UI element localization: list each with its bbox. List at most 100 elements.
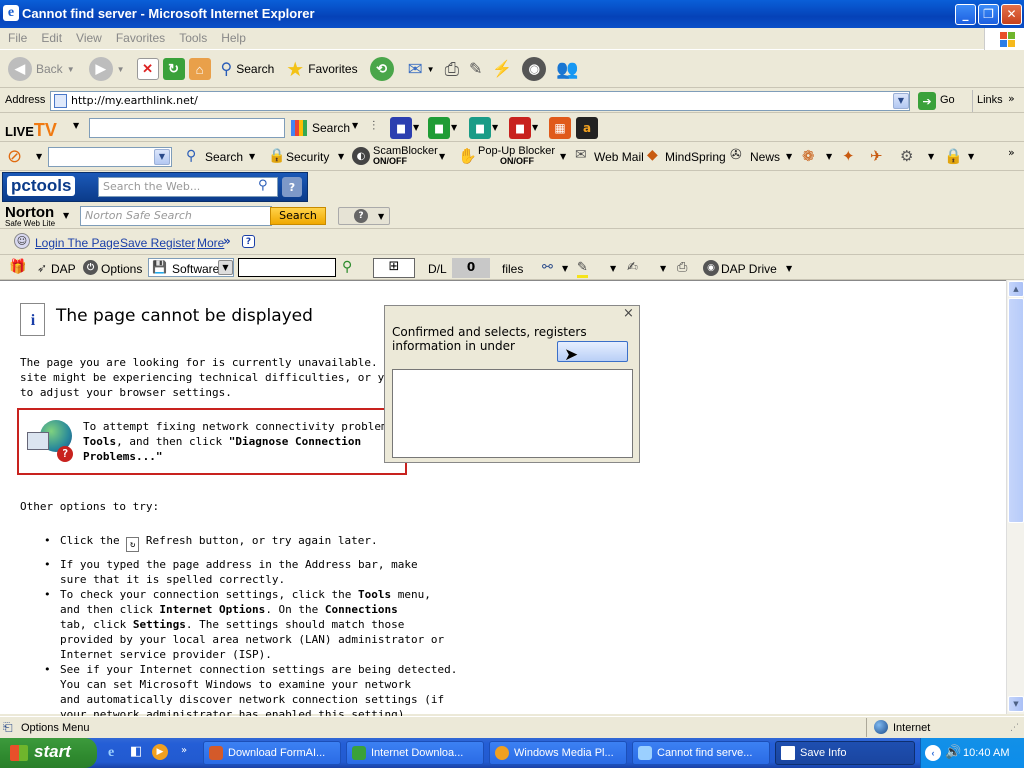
tv-teal-icon[interactable]: ▆ <box>469 117 491 139</box>
home-icon[interactable]: ⌂ <box>188 58 211 80</box>
earthlink-input-dropdown-icon[interactable]: ▼ <box>154 149 170 165</box>
quicklaunch-desktop-icon[interactable]: ◧ <box>130 744 142 759</box>
dap-search-icon[interactable]: ⚲ <box>342 259 352 275</box>
scroll-down-icon[interactable]: ▼ <box>1008 696 1024 712</box>
livetv-dropdown-icon[interactable]: ▼ <box>73 121 79 130</box>
earthlink-search-button[interactable]: Search <box>205 150 243 164</box>
tv-blue-icon[interactable]: ▆ <box>390 117 412 139</box>
dap-drive-dropdown-icon[interactable]: ▼ <box>786 264 792 273</box>
livetv-search-button[interactable]: Search <box>312 121 350 135</box>
mail-dropdown-icon[interactable]: ▼ <box>427 65 435 74</box>
popup-blocker-dropdown-icon[interactable]: ▼ <box>560 152 566 161</box>
history-icon[interactable]: ⟲ <box>369 57 394 81</box>
options-button[interactable]: Options <box>101 262 142 276</box>
norton-dropdown-icon[interactable]: ▼ <box>63 211 69 220</box>
menu-tools[interactable]: Tools <box>171 28 213 45</box>
back-label[interactable]: Back <box>36 62 63 76</box>
media-icon[interactable]: ◉ <box>522 57 547 81</box>
links-chevron-icon[interactable]: » <box>1008 92 1015 105</box>
edit-icon[interactable]: ✎ <box>469 59 482 79</box>
tv-red-icon[interactable]: ▆ <box>509 117 531 139</box>
address-dropdown-icon[interactable]: ▼ <box>893 93 909 109</box>
security-button[interactable]: Security <box>286 150 329 164</box>
dap-drive-button[interactable]: DAP Drive <box>721 262 777 276</box>
pctools-search-input[interactable]: Search the Web... <box>98 177 278 197</box>
pen-icon[interactable]: ✍ <box>627 260 638 275</box>
news-dropdown-icon[interactable]: ▼ <box>786 152 792 161</box>
messenger-icon[interactable]: 👥 <box>556 59 578 80</box>
tools-icon[interactable]: ⚙ <box>900 147 913 165</box>
mail-icon[interactable]: ✉ <box>408 59 423 80</box>
back-arrow-icon[interactable]: ◀ <box>8 57 32 81</box>
taskbar-button-media-player[interactable]: Windows Media Pl... <box>489 741 627 765</box>
security-dropdown-icon[interactable]: ▼ <box>338 152 344 161</box>
tv-blue-dropdown-icon[interactable]: ▼ <box>413 123 419 132</box>
amazon-icon[interactable]: a <box>576 117 598 139</box>
scroll-up-icon[interactable]: ▲ <box>1008 281 1024 297</box>
more-link[interactable]: More <box>197 236 224 250</box>
quicklaunch-ie-icon[interactable]: e <box>108 745 114 761</box>
livetv-search-dropdown-icon[interactable]: ▼ <box>352 121 358 130</box>
printer-icon[interactable]: ⎙ <box>677 260 687 275</box>
address-input[interactable]: http://my.earthlink.net/ <box>50 91 910 111</box>
highlight-dropdown-icon[interactable]: ▼ <box>610 264 616 273</box>
earthlink-menu-dropdown-icon[interactable]: ▼ <box>36 152 42 161</box>
close-button[interactable]: ✕ <box>1001 4 1022 25</box>
dialog-close-icon[interactable]: × <box>623 306 634 321</box>
software-dropdown-icon[interactable]: ▼ <box>218 260 233 275</box>
calculator-icon[interactable]: ▦ <box>549 117 571 139</box>
quicklaunch-media-icon[interactable]: ▶ <box>152 744 168 760</box>
taskbar-button-save-info[interactable]: Save Info <box>775 741 915 765</box>
lock-dropdown-icon[interactable]: ▼ <box>968 152 974 161</box>
clock[interactable]: 10:40 AM <box>963 747 1009 759</box>
shopping-icon[interactable]: ❁ <box>802 147 815 165</box>
norton-help-dropdown-icon[interactable]: ▼ <box>378 212 384 221</box>
vertical-scrollbar[interactable]: ▲ ▼ <box>1006 280 1024 714</box>
binoculars-dropdown-icon[interactable]: ▼ <box>562 264 568 273</box>
games-icon[interactable]: ✦ <box>842 147 855 165</box>
dap-gift-icon[interactable]: 🎁 <box>9 259 26 275</box>
news-button[interactable]: News <box>750 150 780 164</box>
menu-favorites[interactable]: Favorites <box>108 28 171 45</box>
highlight-icon[interactable]: ✎ <box>577 260 588 278</box>
taskbar-button-download[interactable]: Internet Downloa... <box>346 741 484 765</box>
menu-help[interactable]: Help <box>213 28 252 45</box>
pctools-search-icon[interactable]: ⚲ <box>258 178 268 193</box>
go-arrow-icon[interactable]: ➔ <box>918 92 936 110</box>
shopping-dropdown-icon[interactable]: ▼ <box>826 152 832 161</box>
start-button[interactable]: start <box>0 738 97 768</box>
scamblocker-dropdown-icon[interactable]: ▼ <box>439 152 445 161</box>
back-dropdown-icon[interactable]: ▼ <box>67 65 75 74</box>
earthlink-search-dropdown-icon[interactable]: ▼ <box>249 152 255 161</box>
dap-input[interactable] <box>238 258 336 277</box>
links-button[interactable]: Links <box>977 94 1003 106</box>
save-register-link[interactable]: Save Register <box>120 236 195 250</box>
binoculars-icon[interactable]: ⚯ <box>542 260 553 275</box>
menu-edit[interactable]: Edit <box>33 28 68 45</box>
mindspring-button[interactable]: MindSpring <box>665 150 726 164</box>
norton-search-input[interactable]: Norton Safe Search <box>80 206 272 226</box>
maximize-button[interactable]: ❐ <box>978 4 999 25</box>
go-button[interactable]: Go <box>940 94 955 106</box>
dap-button[interactable]: DAP <box>51 262 76 276</box>
popup-blocker-button[interactable]: Pop-Up Blocker ON/OFF <box>478 146 555 167</box>
earthlink-chevron-icon[interactable]: » <box>1008 146 1015 159</box>
tv-green-dropdown-icon[interactable]: ▼ <box>451 123 457 132</box>
login-link[interactable]: Login The Page <box>35 236 120 250</box>
scroll-thumb[interactable] <box>1008 298 1024 523</box>
menu-file[interactable]: File <box>0 28 33 45</box>
quicklaunch-chevron-icon[interactable]: » <box>181 745 187 756</box>
favorites-button[interactable]: Favorites <box>308 62 357 76</box>
pen-dropdown-icon[interactable]: ▼ <box>660 264 666 273</box>
forward-dropdown-icon[interactable]: ▼ <box>117 65 125 74</box>
travel-icon[interactable]: ✈ <box>870 147 883 165</box>
refresh-icon[interactable]: ↻ <box>162 58 185 80</box>
print-icon[interactable]: ⎙ <box>445 59 459 80</box>
volume-icon[interactable]: 🔊 <box>945 744 961 760</box>
favorites-star-icon[interactable]: ★ <box>286 57 304 82</box>
scamblocker-button[interactable]: ScamBlocker ON/OFF <box>373 146 438 167</box>
dialog-text-area[interactable] <box>392 369 633 458</box>
minimize-button[interactable]: _ <box>955 4 976 25</box>
norton-search-button[interactable]: Search <box>270 207 326 225</box>
more-chevron-icon[interactable]: » <box>223 234 231 248</box>
